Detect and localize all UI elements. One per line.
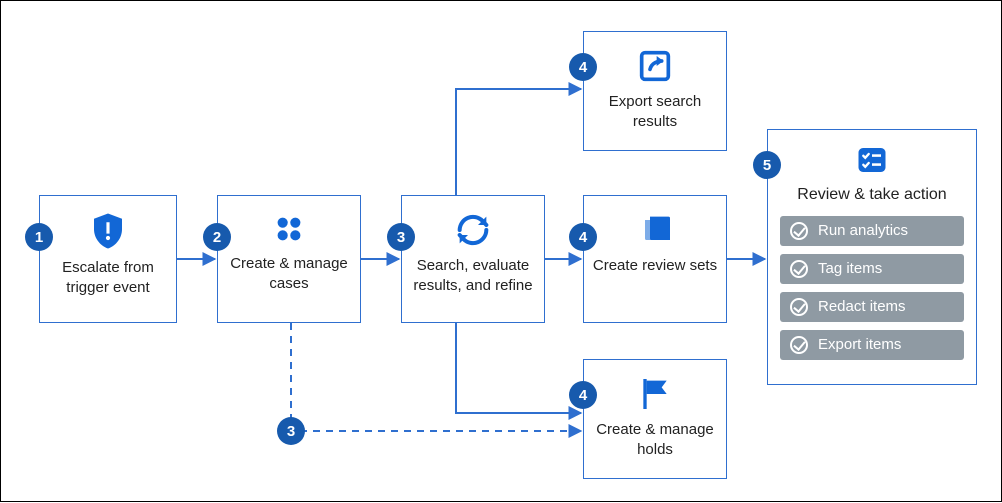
action-label: Tag items — [818, 260, 882, 277]
badge-2: 2 — [203, 223, 231, 251]
checklist-icon — [854, 142, 890, 178]
share-export-icon — [635, 46, 675, 86]
action-export-items: Export items — [780, 330, 964, 360]
node-export-label: Export search results — [584, 92, 726, 133]
diagram-frame: Escalate from trigger event 1 Create & m… — [0, 0, 1002, 502]
node-cases-label: Create & manage cases — [218, 254, 360, 295]
badge-5: 5 — [753, 151, 781, 179]
action-label: Export items — [818, 336, 901, 353]
node-escalate: Escalate from trigger event — [39, 195, 177, 323]
review-actions: Run analytics Tag items Redact items Exp… — [780, 216, 964, 360]
flag-icon — [635, 374, 675, 414]
node-holds: Create & manage holds — [583, 359, 727, 479]
node-escalate-label: Escalate from trigger event — [40, 258, 176, 299]
badge-3: 3 — [387, 223, 415, 251]
action-label: Run analytics — [818, 222, 908, 239]
stack-icon — [635, 210, 675, 250]
action-tag-items: Tag items — [780, 254, 964, 284]
badge-dashed-3: 3 — [277, 417, 305, 445]
node-search-label: Search, evaluate results, and refine — [402, 256, 544, 297]
badge-4a: 4 — [569, 53, 597, 81]
node-review: Review & take action Run analytics Tag i… — [767, 129, 977, 385]
action-redact-items: Redact items — [780, 292, 964, 322]
node-reviewsets: Create review sets — [583, 195, 727, 323]
check-icon — [790, 260, 808, 278]
action-run-analytics: Run analytics — [780, 216, 964, 246]
refresh-icon — [453, 210, 493, 250]
check-icon — [790, 222, 808, 240]
badge-1: 1 — [25, 223, 53, 251]
node-review-label: Review & take action — [768, 184, 976, 206]
check-icon — [790, 336, 808, 354]
badge-4b: 4 — [569, 223, 597, 251]
node-export: Export search results — [583, 31, 727, 151]
node-reviewsets-label: Create review sets — [584, 256, 726, 276]
apps-icon — [270, 210, 308, 248]
shield-alert-icon — [87, 210, 129, 252]
node-search: Search, evaluate results, and refine — [401, 195, 545, 323]
action-label: Redact items — [818, 298, 906, 315]
node-holds-label: Create & manage holds — [584, 420, 726, 461]
badge-4c: 4 — [569, 381, 597, 409]
node-cases: Create & manage cases — [217, 195, 361, 323]
check-icon — [790, 298, 808, 316]
